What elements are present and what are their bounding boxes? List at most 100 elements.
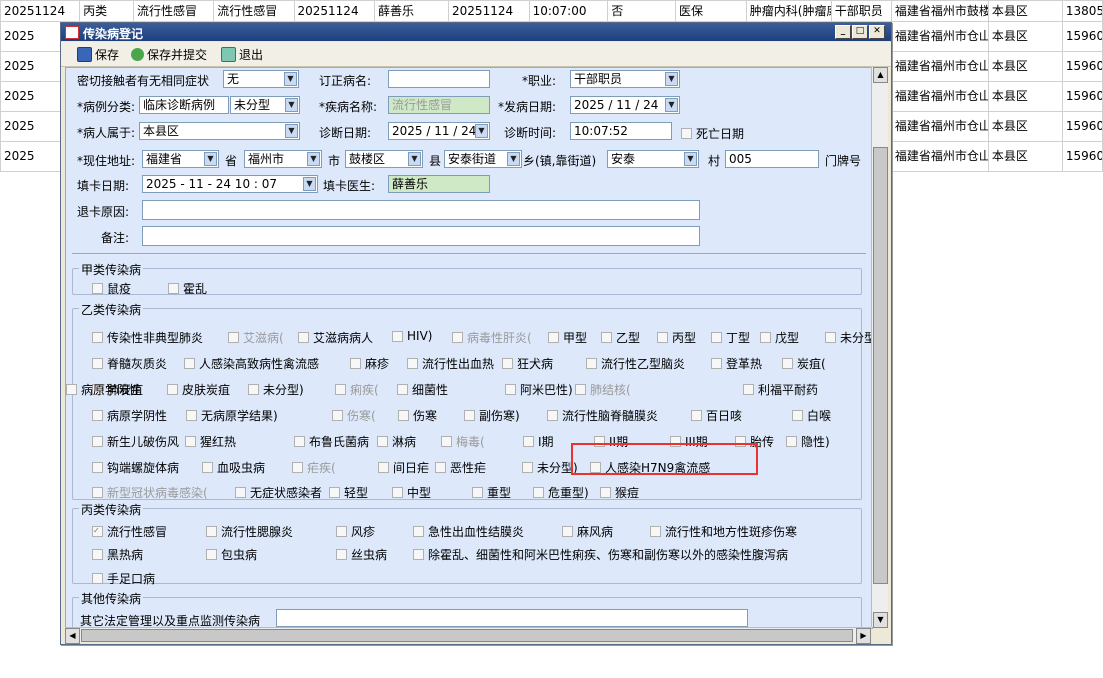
disease-name-input[interactable]: 流行性感冒 xyxy=(388,96,490,114)
street-select[interactable]: 安泰街道 ▼ xyxy=(444,150,522,168)
patient-belong-select[interactable]: 本县区 ▼ xyxy=(139,122,300,140)
disease-checkbox[interactable]: 重型 xyxy=(472,484,511,501)
city-select[interactable]: 福州市 ▼ xyxy=(244,150,322,168)
scroll-down-icon[interactable]: ▼ xyxy=(873,612,888,628)
diagnosis-date-picker[interactable]: 2025 / 11 / 24 ▼ xyxy=(388,122,490,140)
onset-date-picker[interactable]: 2025 / 11 / 24 ▼ xyxy=(570,96,680,114)
disease-checkbox[interactable]: 流行性出血热 xyxy=(407,355,494,372)
disease-checkbox[interactable]: 风疹 xyxy=(336,523,375,540)
card-date-picker[interactable]: 2025 - 11 - 24 10 : 07 ▼ xyxy=(142,175,318,193)
house-number-input[interactable]: 005 xyxy=(725,150,819,168)
disease-checkbox[interactable]: 霍乱 xyxy=(168,280,207,297)
doctor-input[interactable]: 薛善乐 xyxy=(388,175,490,193)
disease-checkbox[interactable]: 百日咳 xyxy=(691,407,742,424)
disease-checkbox[interactable]: 病原学阴性 xyxy=(92,407,167,424)
disease-checkbox[interactable]: 钩端螺旋体病 xyxy=(92,459,179,476)
disease-checkbox[interactable]: 梅毒( xyxy=(441,433,485,450)
disease-checkbox[interactable]: 乙型 xyxy=(601,329,640,346)
disease-checkbox[interactable]: 未分型) xyxy=(522,459,578,476)
exit-button[interactable]: 退出 xyxy=(221,46,263,62)
case-category-select[interactable]: 临床诊断病例 xyxy=(139,96,229,114)
disease-checkbox[interactable]: 未分型) xyxy=(248,381,304,398)
close-icon[interactable]: ✕ xyxy=(869,25,885,39)
disease-checkbox[interactable]: 病毒性肝炎( xyxy=(452,329,532,346)
disease-checkbox[interactable]: 副伤寒) xyxy=(464,407,520,424)
disease-checkbox[interactable]: 无病原学结果) xyxy=(186,407,278,424)
disease-checkbox[interactable]: 无症状感染者 xyxy=(235,484,322,501)
diagnosis-time-input[interactable]: 10:07:52 xyxy=(570,122,672,140)
disease-checkbox[interactable]: 麻疹 xyxy=(350,355,389,372)
disease-checkbox[interactable]: 隐性) xyxy=(786,433,830,450)
disease-checkbox[interactable]: 流行性脑脊髓膜炎 xyxy=(547,407,658,424)
disease-checkbox[interactable]: 丁型 xyxy=(711,329,750,346)
minimize-icon[interactable]: _ xyxy=(835,25,851,39)
disease-checkbox[interactable]: 传染性非典型肺炎 xyxy=(92,329,203,346)
disease-checkbox[interactable]: 细菌性 xyxy=(397,381,448,398)
disease-checkbox[interactable]: 间日疟 xyxy=(378,459,429,476)
disease-checkbox[interactable]: 登革热 xyxy=(711,355,762,372)
disease-checkbox[interactable]: 丙型 xyxy=(657,329,696,346)
disease-checkbox[interactable]: 危重型) xyxy=(533,484,589,501)
disease-checkbox[interactable]: 脊髓灰质炎 xyxy=(92,355,167,372)
save-submit-button[interactable]: 保存并提交 xyxy=(131,46,207,62)
disease-checkbox[interactable]: 未分型) xyxy=(825,329,872,346)
disease-checkbox[interactable]: 狂犬病 xyxy=(502,355,553,372)
disease-checkbox[interactable]: 猴痘 xyxy=(600,484,639,501)
disease-checkbox[interactable]: 艾滋病( xyxy=(228,329,284,346)
disease-checkbox[interactable]: 除霍乱、细菌性和阿米巴性痢疾、伤寒和副伤寒以外的感染性腹泻病 xyxy=(413,546,788,563)
disease-checkbox[interactable]: 丝虫病 xyxy=(336,546,387,563)
district-select[interactable]: 鼓楼区 ▼ xyxy=(345,150,423,168)
disease-checkbox[interactable]: 病原学阳性 xyxy=(66,381,141,398)
disease-checkbox[interactable]: 黑热病 xyxy=(92,546,143,563)
disease-checkbox[interactable]: 皮肤炭疽 xyxy=(167,381,230,398)
disease-checkbox[interactable]: 艾滋病病人 xyxy=(298,329,373,346)
death-date-checkbox[interactable]: 死亡日期 xyxy=(681,125,744,142)
case-subtype-select[interactable]: 未分型 ▼ xyxy=(230,96,300,114)
disease-checkbox[interactable]: 新型冠状病毒感染( xyxy=(92,484,208,501)
disease-checkbox[interactable]: 利福平耐药 xyxy=(743,381,818,398)
disease-checkbox[interactable]: 流行性腮腺炎 xyxy=(206,523,293,540)
disease-checkbox[interactable]: 痢疾( xyxy=(335,381,379,398)
disease-checkbox[interactable]: 白喉 xyxy=(792,407,831,424)
disease-checkbox[interactable]: 炭疽( xyxy=(782,355,826,372)
disease-checkbox[interactable]: 麻风病 xyxy=(562,523,613,540)
disease-checkbox[interactable]: 猩红热 xyxy=(185,433,236,450)
disease-checkbox[interactable]: 流行性和地方性斑疹伤寒 xyxy=(650,523,797,540)
contact-select[interactable]: 无 ▼ xyxy=(223,70,299,88)
disease-checkbox[interactable]: 轻型 xyxy=(329,484,368,501)
disease-checkbox[interactable]: HIV) xyxy=(392,329,432,343)
disease-checkbox[interactable]: 新生儿破伤风 xyxy=(92,433,179,450)
disease-checkbox[interactable]: 包虫病 xyxy=(206,546,257,563)
job-select[interactable]: 干部职员 ▼ xyxy=(570,70,680,88)
save-button[interactable]: 保存 xyxy=(77,46,119,62)
maximize-icon[interactable]: □ xyxy=(852,25,868,39)
disease-checkbox[interactable]: 恶性疟 xyxy=(435,459,486,476)
disease-checkbox[interactable]: 甲型 xyxy=(548,329,587,346)
other-disease-input[interactable] xyxy=(276,609,748,627)
vertical-scrollbar[interactable]: ▲ ▼ xyxy=(871,67,888,628)
disease-checkbox[interactable]: 阿米巴性) xyxy=(505,381,573,398)
scroll-thumb[interactable] xyxy=(873,147,888,584)
scroll-thumb-horizontal[interactable] xyxy=(81,629,853,642)
disease-checkbox[interactable]: 急性出血性结膜炎 xyxy=(413,523,524,540)
disease-checkbox[interactable]: 鼠疫 xyxy=(92,280,131,297)
disease-checkbox[interactable]: 淋病 xyxy=(377,433,416,450)
disease-checkbox[interactable]: 手足口病 xyxy=(92,570,155,587)
return-reason-input[interactable] xyxy=(142,200,700,220)
province-select[interactable]: 福建省 ▼ xyxy=(142,150,219,168)
disease-checkbox[interactable]: 伤寒 xyxy=(398,407,437,424)
scroll-left-icon[interactable]: ◀ xyxy=(65,628,80,644)
disease-checkbox[interactable]: 人感染高致病性禽流感 xyxy=(184,355,319,372)
disease-checkbox[interactable]: ✓ 流行性感冒 xyxy=(92,523,167,540)
scroll-right-icon[interactable]: ▶ xyxy=(856,628,871,644)
disease-checkbox[interactable]: I期 xyxy=(523,433,554,450)
revised-name-input[interactable] xyxy=(388,70,490,88)
note-input[interactable] xyxy=(142,226,700,246)
disease-checkbox[interactable]: 戊型 xyxy=(760,329,799,346)
disease-checkbox[interactable]: 中型 xyxy=(392,484,431,501)
disease-checkbox[interactable]: 疟疾( xyxy=(292,459,336,476)
disease-checkbox[interactable]: 布鲁氏菌病 xyxy=(294,433,369,450)
horizontal-scrollbar[interactable]: ◀ ▶ xyxy=(65,627,871,644)
village-select[interactable]: 安泰 ▼ xyxy=(607,150,699,168)
disease-checkbox[interactable]: 肺结核( xyxy=(575,381,631,398)
